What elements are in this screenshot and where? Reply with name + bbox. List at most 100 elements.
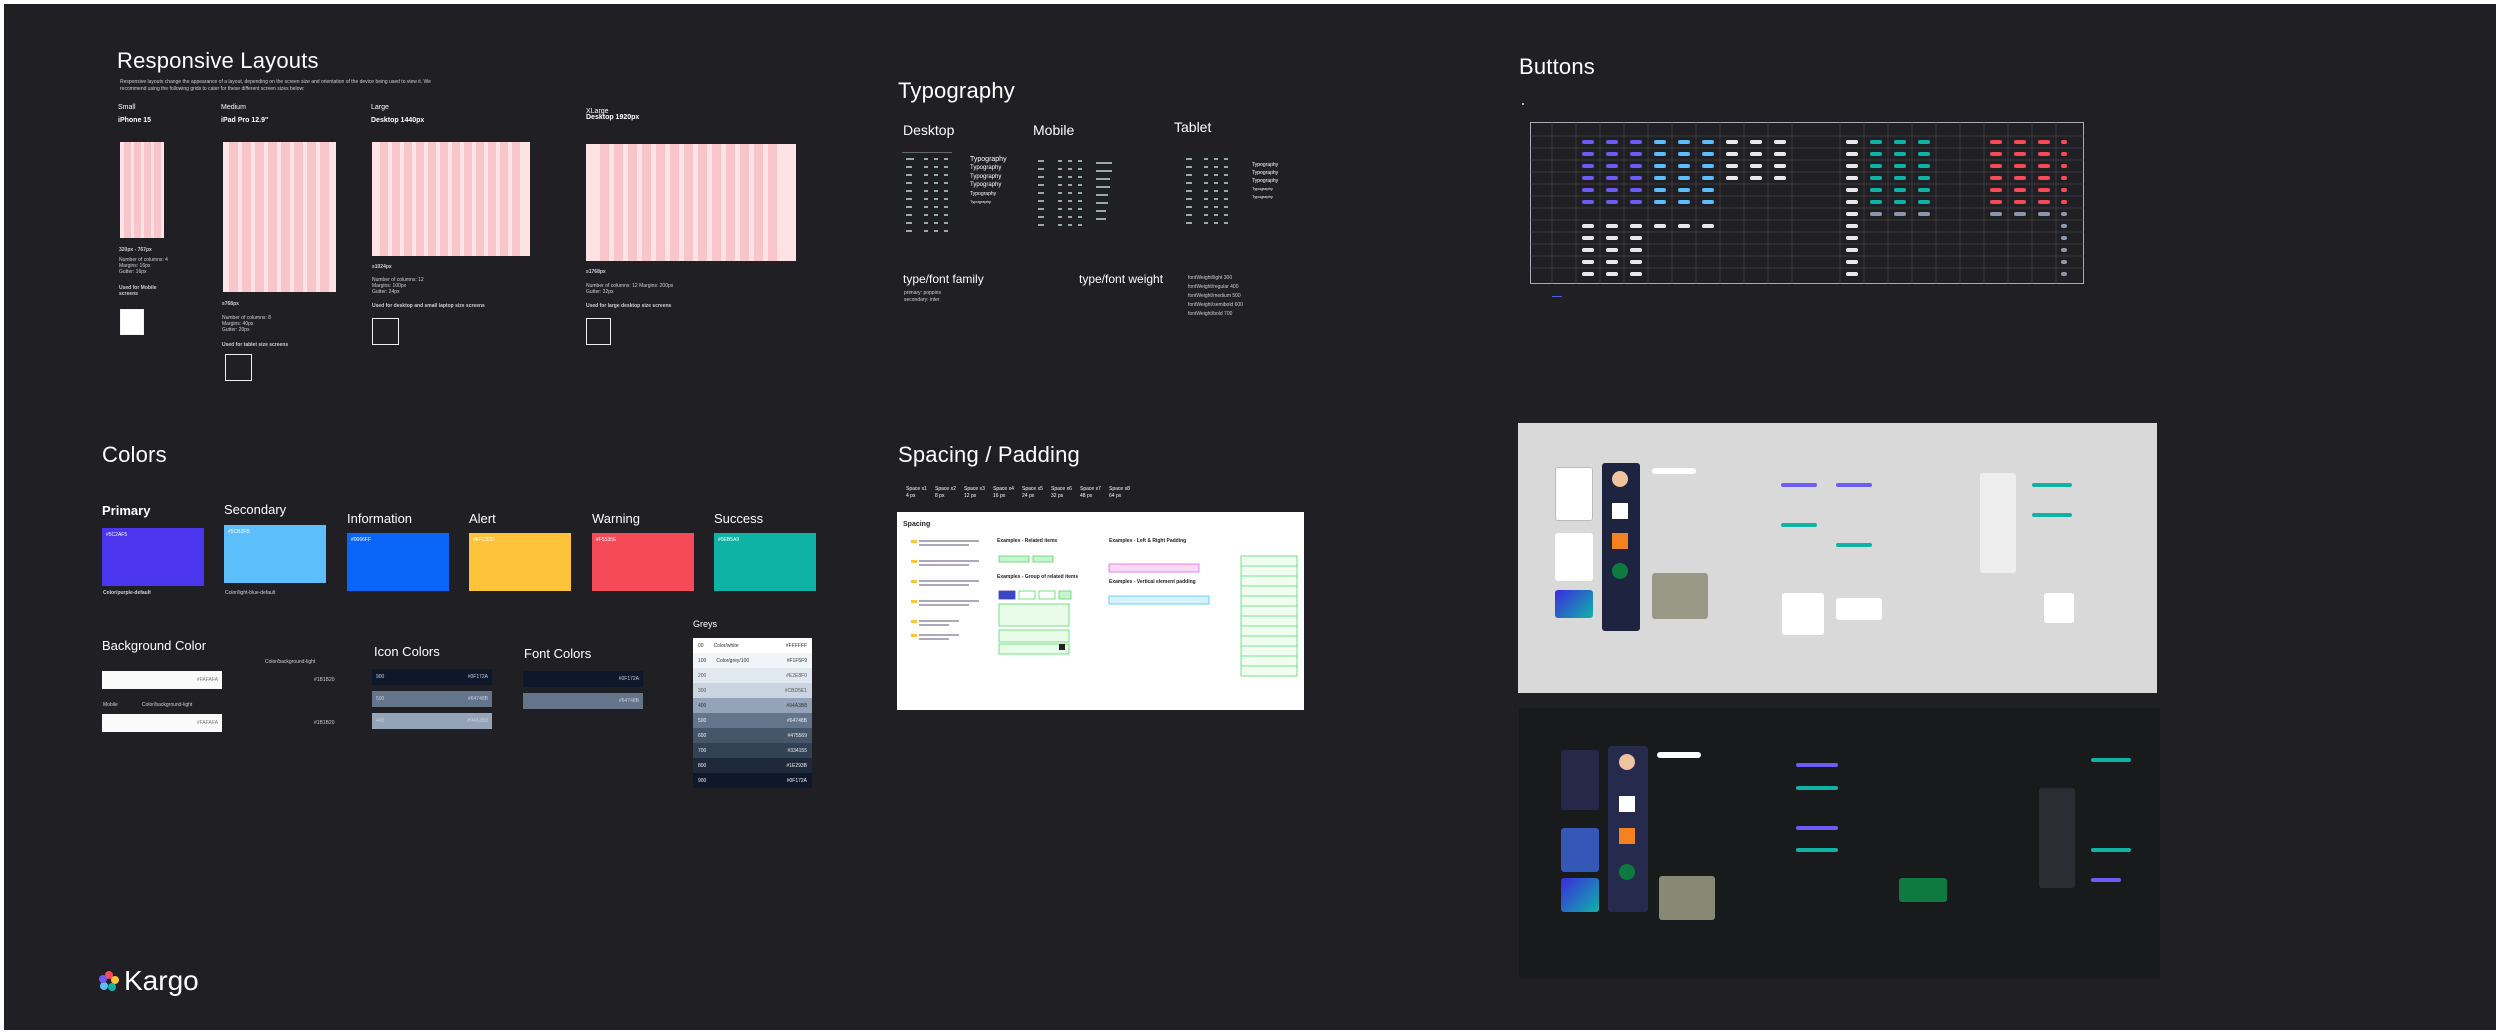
spacing-rules-list xyxy=(911,540,979,640)
medium-device-label: iPad Pro 12.9" xyxy=(221,117,269,124)
font-weight-semibold: fontWeight/semibold 600 xyxy=(1188,302,1243,308)
grey-code: 300 xyxy=(698,688,707,694)
buttons-title: Buttons xyxy=(1519,54,1596,79)
typography-title: Typography xyxy=(898,78,1015,103)
spacing-chip-label: Space x3 xyxy=(964,486,985,492)
small-thumbnail xyxy=(120,309,144,335)
spacing-chip-label: Space x7 xyxy=(1080,486,1101,492)
font-color-row: #64748B xyxy=(523,693,643,709)
medium-grid-preview xyxy=(223,142,336,292)
grey-row: 200 #E2E8F0 xyxy=(693,668,812,683)
grey-row: 600 #475569 xyxy=(693,728,812,743)
screen-thumbnail xyxy=(1652,468,1696,474)
typography-sample: Typography xyxy=(1252,178,1279,184)
grey-code: 600 xyxy=(698,733,707,739)
screen-thumbnail xyxy=(1980,473,2016,573)
greys-title: Greys xyxy=(693,619,718,629)
xlarge-device-label: Desktop 1920px xyxy=(586,114,640,121)
grey-row: 500 #64748B xyxy=(693,713,812,728)
grey-row: 300 #CBD5E1 xyxy=(693,683,812,698)
typography-mobile-table xyxy=(1038,160,1112,226)
grey-code-and-name: 700 xyxy=(698,748,716,754)
font-color-row: #0F172A xyxy=(523,671,643,687)
background-light-label: Color/background-light xyxy=(265,659,316,665)
greys-list: 00 Color/white #FFFFFF 100 Color/grey/100 #F1… xyxy=(693,638,812,788)
grey-hex: #CBD5E1 xyxy=(784,688,807,694)
medium-thumbnail xyxy=(225,354,252,381)
food-grid-thumbnail xyxy=(1659,876,1715,920)
typography-sample: Typography xyxy=(1252,194,1273,199)
typography-sample: Typography xyxy=(970,199,991,205)
spacing-chip-label: Space x1 xyxy=(906,486,927,492)
medium-size-label: Medium xyxy=(221,104,246,111)
icon-color-code: 400 xyxy=(376,718,385,724)
grey-code-and-name: 800 xyxy=(698,763,716,769)
spacing-title: Spacing / Padding xyxy=(898,442,1080,467)
grey-row: 100 Color/grey/100 #F1F5F9 xyxy=(693,653,812,668)
screen-thumbnail xyxy=(1561,828,1599,872)
background-mobile-label: Mobile xyxy=(103,702,118,708)
xlarge-grid-preview xyxy=(586,144,796,261)
spacing-chip: Space x3 12 px xyxy=(964,486,988,500)
xlarge-info-2: Gutter: 32px xyxy=(586,289,614,295)
grey-row: 00 Color/white #FFFFFF xyxy=(693,638,812,653)
screen-thumbnail xyxy=(2091,878,2121,882)
spacing-chip: Space x7 48 px xyxy=(1080,486,1104,500)
success-hex: #0EB5A9 xyxy=(718,537,740,543)
screen-thumbnail xyxy=(1657,752,1701,758)
typography-sample: Typography xyxy=(970,165,1002,172)
grey-code-and-name: 100 Color/grey/100 xyxy=(698,658,749,664)
large-thumbnail xyxy=(372,318,399,345)
grey-code-and-name: 400 xyxy=(698,703,716,709)
light-screens-panel xyxy=(1518,423,2157,693)
background-light-swatch: #FAFAFA xyxy=(102,671,222,689)
design-canvas: Responsive Layouts Responsive layouts ch… xyxy=(4,4,2496,1030)
screen-thumbnail xyxy=(1796,763,1838,767)
screen-thumbnail xyxy=(2091,848,2131,852)
grey-hex: #E2E8F0 xyxy=(786,673,807,679)
brand-name: Kargo xyxy=(124,965,199,996)
background-light-swatch-mobile: #FAFAFA xyxy=(102,714,222,732)
secondary-hex: #5CB2FB xyxy=(228,529,250,535)
layouts-description-2: recommend using the following grids to c… xyxy=(120,86,305,92)
primary-swatch: #5C2AF5 xyxy=(102,528,204,586)
typography-desktop-label: Desktop xyxy=(903,122,955,138)
screen-thumbnail xyxy=(1555,533,1593,581)
xlarge-thumbnail xyxy=(586,318,611,345)
font-color-hex: #64748B xyxy=(618,698,639,704)
alert-label: Alert xyxy=(469,511,496,526)
buttons-dot xyxy=(1522,103,1524,105)
secondary-token-name: Color/light-blue-default xyxy=(225,590,276,596)
screen-thumbnail xyxy=(2091,758,2131,762)
brand-logo: Kargo xyxy=(98,965,199,997)
typography-sample: Typography xyxy=(970,156,1007,163)
small-info-3: Gutter: 16px xyxy=(119,269,147,275)
example-related-items-title: Examples - Related items xyxy=(997,538,1058,544)
spacing-examples-illustration xyxy=(998,555,1298,677)
secondary-swatch: #5CB2FB xyxy=(224,525,326,583)
screen-thumbnail xyxy=(1899,878,1947,902)
typography-sample: Typography xyxy=(1252,162,1279,168)
grey-row: 800 #1E293B xyxy=(693,758,812,773)
small-grid-preview xyxy=(120,142,164,238)
typography-mobile-label: Mobile xyxy=(1033,122,1075,138)
font-colors-list: #0F172A #64748B xyxy=(523,671,643,709)
icon-color-code: 500 xyxy=(376,696,385,702)
grey-hex: #FFFFFF xyxy=(785,643,807,649)
icon-color-row: 900 #0F172A xyxy=(372,669,492,685)
font-weight-bold: fontWeight/bold 700 xyxy=(1188,311,1233,317)
grey-code: 800 xyxy=(698,763,707,769)
spacing-card-title: Spacing xyxy=(903,521,931,528)
grey-hex: #64748B xyxy=(786,718,807,724)
spacing-chip-value: 4 px xyxy=(906,493,916,499)
spacing-chip-value: 16 px xyxy=(993,493,1006,499)
spacing-chip-label: Space x4 xyxy=(993,486,1014,492)
xlarge-use: Used for large desktop size screens xyxy=(586,303,672,309)
example-left-right-title: Examples - Left & Right Padding xyxy=(1109,538,1187,544)
spacing-chip-value: 8 px xyxy=(935,493,945,499)
large-size-label: Large xyxy=(371,104,389,111)
alert-swatch: #FFC53D xyxy=(469,533,571,591)
grey-code-and-name: 600 xyxy=(698,733,716,739)
grey-code-and-name: 300 xyxy=(698,688,716,694)
grey-code-and-name: 500 xyxy=(698,718,716,724)
